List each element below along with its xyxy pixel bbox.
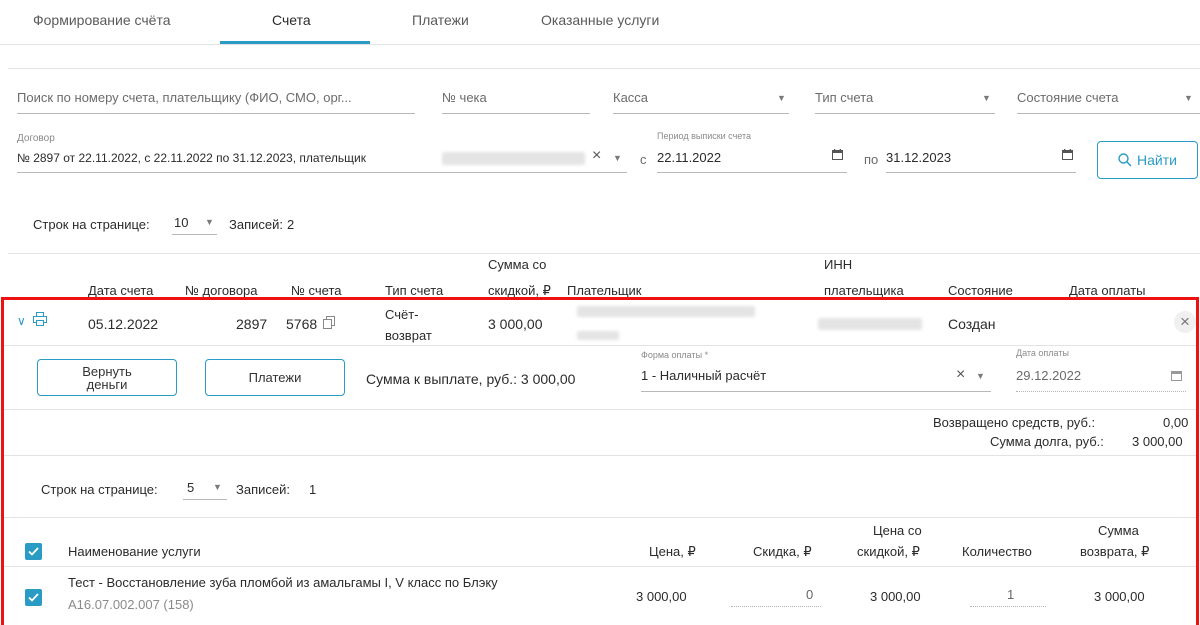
pay-form-label: Форма оплаты *: [641, 350, 709, 360]
find-button-label: Найти: [1137, 152, 1177, 168]
calendar-icon[interactable]: [1062, 148, 1073, 163]
col-discount: Скидка, ₽: [753, 544, 812, 559]
close-icon[interactable]: ×: [1174, 311, 1196, 333]
records-label: Записей:: [229, 217, 283, 232]
records-count: 2: [287, 217, 295, 232]
chevron-down-icon: ▼: [777, 93, 786, 103]
to-prefix: по: [864, 152, 879, 167]
date-to-input[interactable]: 31.12.2023: [886, 150, 951, 165]
select-all-checkbox[interactable]: [25, 543, 42, 560]
pay-form-select[interactable]: 1 - Наличный расчёт: [641, 368, 766, 383]
col-number: № счета: [291, 283, 342, 298]
search-icon: [1118, 153, 1132, 167]
chevron-down-icon[interactable]: ▼: [976, 371, 985, 381]
service-quantity-input[interactable]: 1: [1007, 587, 1014, 602]
col-inn-line1: ИНН: [824, 257, 853, 272]
tab-services-rendered[interactable]: Оказанные услуги: [541, 12, 659, 28]
copy-icon[interactable]: [323, 316, 335, 332]
from-prefix: с: [640, 152, 647, 167]
chevron-down-icon[interactable]: ▼: [613, 153, 622, 163]
payments-button[interactable]: Платежи: [205, 359, 345, 396]
print-icon[interactable]: [33, 312, 47, 329]
col-price: Цена, ₽: [649, 544, 696, 559]
tab-invoice-forming[interactable]: Формирование счёта: [33, 12, 171, 28]
service-name: Тест - Восстановление зуба пломбой из ам…: [68, 575, 498, 590]
chevron-down-icon: ▼: [213, 482, 222, 492]
period-label: Период выписки счета: [657, 131, 752, 141]
invoice-contract: 2897: [236, 316, 268, 332]
col-pay-date: Дата оплаты: [1069, 283, 1146, 298]
col-disc-price-line2: скидкой, ₽: [857, 544, 920, 559]
tab-invoices[interactable]: Счета: [272, 12, 311, 28]
calendar-icon[interactable]: [1171, 369, 1182, 384]
chevron-down-icon: ▼: [982, 93, 991, 103]
inn-redacted: [818, 318, 922, 330]
col-sum-line1: Сумма со: [488, 257, 547, 272]
find-button[interactable]: Найти: [1097, 141, 1198, 179]
clear-icon[interactable]: ×: [592, 147, 601, 165]
rows-per-page-select[interactable]: 5: [187, 480, 194, 495]
invoice-number: 5768: [286, 316, 318, 332]
invoice-type-select[interactable]: Тип счета: [815, 90, 873, 105]
col-disc-price-line1: Цена со: [873, 523, 922, 538]
pay-date-label: Дата оплаты: [1016, 348, 1069, 358]
service-code: A16.07.002.007 (158): [68, 597, 194, 612]
service-refund-sum: 3 000,00: [1094, 589, 1145, 604]
col-quantity: Количество: [962, 544, 1032, 559]
col-inn-line2: плательщика: [824, 283, 904, 298]
records-label: Записей:: [236, 482, 290, 497]
records-count: 1: [309, 482, 317, 497]
date-from-input[interactable]: 22.11.2022: [657, 150, 721, 165]
row-checkbox[interactable]: [25, 589, 42, 606]
contract-label: Договор: [17, 133, 55, 144]
col-refund-line2: возврата, ₽: [1080, 544, 1150, 559]
invoice-state: Создан: [948, 316, 996, 332]
col-type: Тип счета: [385, 283, 444, 298]
col-refund-line1: Сумма: [1098, 523, 1139, 538]
returned-label: Возвращено средств, руб.:: [933, 415, 1096, 430]
invoice-type-line1: Счёт-: [385, 307, 419, 322]
invoice-date: 05.12.2022: [88, 316, 159, 332]
rows-per-page-label: Строк на странице:: [41, 482, 158, 497]
calendar-icon[interactable]: [832, 148, 843, 163]
rows-per-page-select[interactable]: 10: [174, 215, 188, 230]
payer-name-redacted: [442, 152, 585, 165]
col-service-name: Наименование услуги: [68, 544, 201, 559]
chevron-down-icon: ▼: [205, 217, 214, 227]
refund-button[interactable]: Вернуть деньги: [37, 359, 177, 396]
tabs-divider: [0, 44, 1200, 45]
chevron-down-icon: ▼: [1184, 93, 1193, 103]
contract-select[interactable]: № 2897 от 22.11.2022, с 22.11.2022 по 31…: [17, 151, 366, 165]
cash-select[interactable]: Касса: [613, 90, 648, 105]
service-price: 3 000,00: [636, 589, 687, 604]
col-state: Состояние: [948, 283, 1013, 298]
returned-value: 0,00: [1163, 415, 1189, 430]
check-number-input[interactable]: № чека: [442, 90, 487, 105]
refund-button-line2: деньги: [86, 376, 128, 392]
pay-date-input[interactable]: 29.12.2022: [1016, 368, 1081, 383]
service-discounted-price: 3 000,00: [870, 589, 921, 604]
payer-redacted: [577, 306, 755, 317]
col-date: Дата счета: [88, 283, 154, 298]
clear-icon[interactable]: ×: [956, 366, 965, 384]
chevron-down-icon[interactable]: ∨: [17, 314, 26, 328]
debt-label: Сумма долга, руб.:: [990, 434, 1104, 449]
rows-per-page-label: Строк на странице:: [33, 217, 150, 232]
tab-payments[interactable]: Платежи: [412, 12, 469, 28]
payer-redacted: [577, 331, 619, 340]
invoice-type-line2: возврат: [385, 328, 432, 343]
amount-to-pay: Сумма к выплате, руб.: 3 000,00: [366, 371, 576, 387]
service-discount-input[interactable]: 0: [806, 587, 813, 602]
col-contract: № договора: [185, 283, 258, 298]
refund-button-line1: Вернуть: [82, 363, 132, 379]
debt-value: 3 000,00: [1132, 434, 1183, 449]
invoice-sum: 3 000,00: [488, 316, 543, 332]
col-payer: Плательщик: [567, 283, 642, 298]
invoice-state-select[interactable]: Состояние счета: [1017, 90, 1118, 105]
search-input[interactable]: Поиск по номеру счета, плательщику (ФИО,…: [17, 90, 352, 105]
